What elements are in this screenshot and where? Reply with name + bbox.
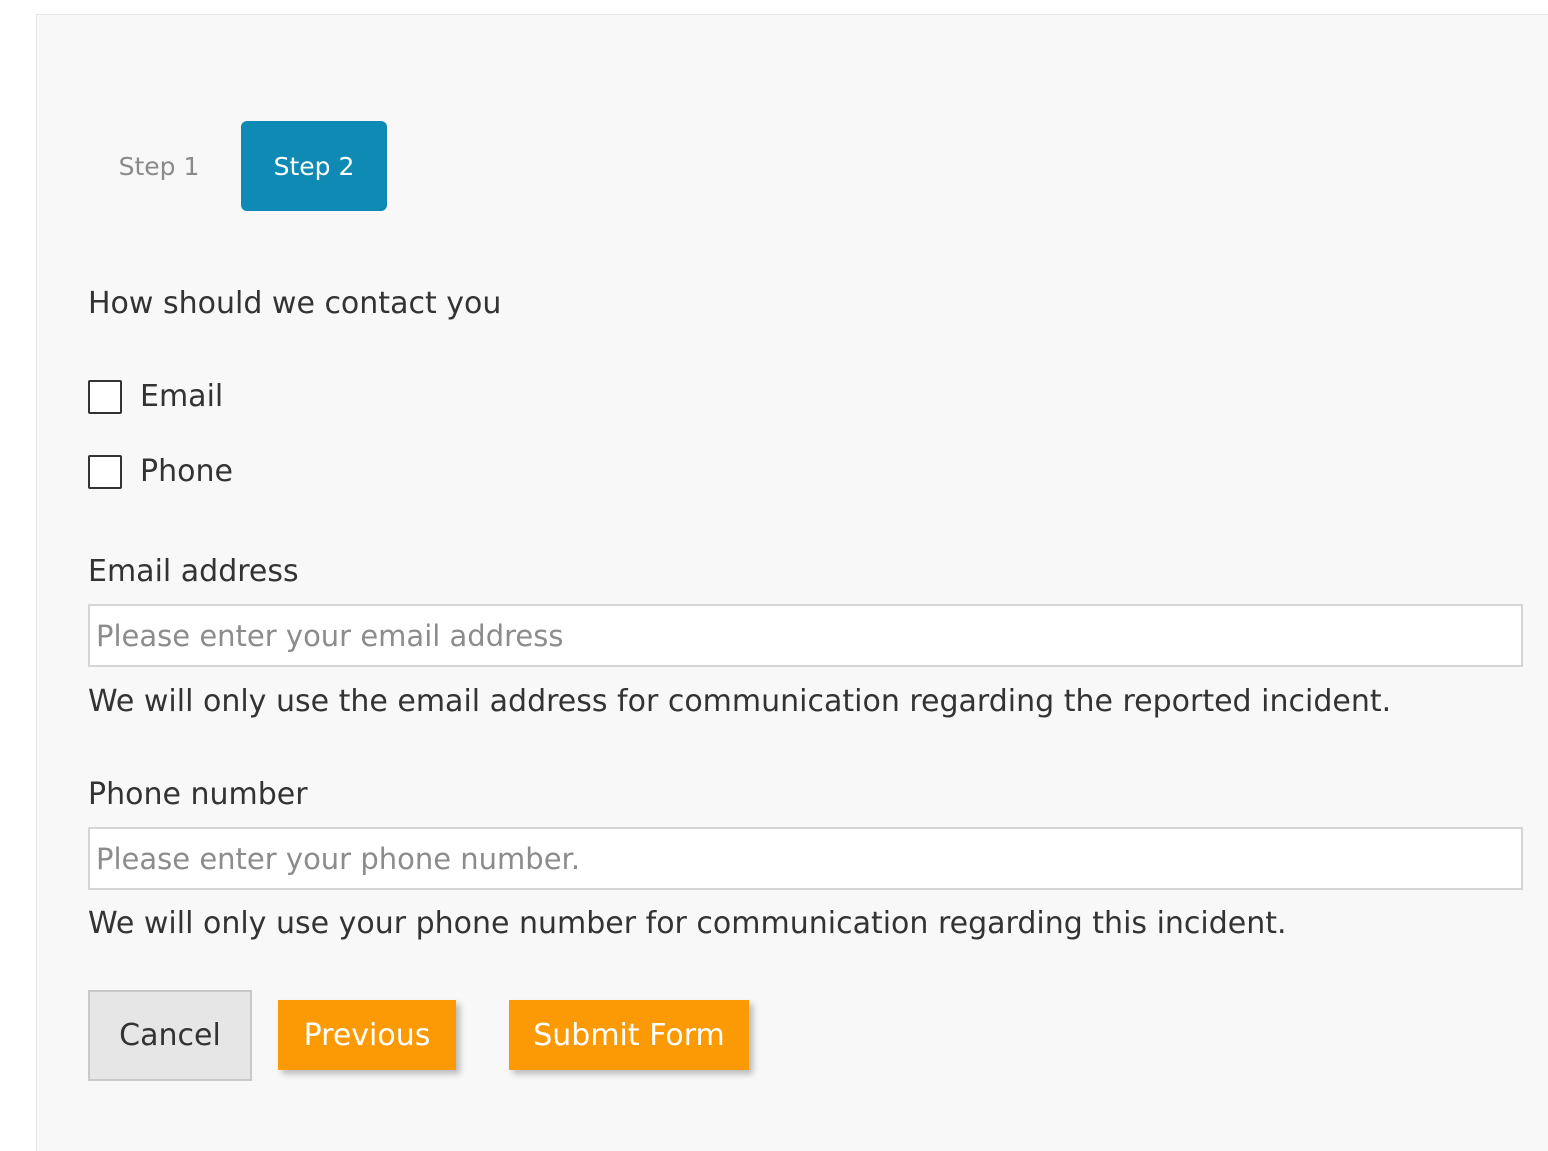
email-field[interactable] (88, 604, 1523, 667)
email-help-text: We will only use the email address for c… (88, 684, 1392, 719)
phone-checkbox[interactable] (88, 454, 122, 489)
phone-field[interactable] (88, 827, 1523, 890)
email-option[interactable]: Email (88, 379, 223, 414)
phone-option-label: Phone (140, 454, 233, 489)
step-navigation: Step 1 Step 2 (84, 121, 387, 211)
contact-method-question: How should we contact you (88, 286, 502, 321)
previous-button[interactable]: Previous (278, 1000, 456, 1070)
phone-help-text: We will only use your phone number for c… (88, 906, 1287, 941)
submit-form-button[interactable]: Submit Form (509, 1000, 749, 1070)
phone-number-label: Phone number (88, 777, 308, 812)
email-address-label: Email address (88, 554, 299, 589)
email-checkbox[interactable] (88, 379, 122, 414)
chevron-right-icon: › (0, 626, 1, 647)
email-option-label: Email (140, 379, 224, 414)
step-2-tab[interactable]: Step 2 (241, 121, 387, 211)
phone-option[interactable]: Phone (88, 454, 233, 489)
cancel-button[interactable]: Cancel (88, 990, 252, 1081)
step-1-tab[interactable]: Step 1 (84, 121, 230, 211)
